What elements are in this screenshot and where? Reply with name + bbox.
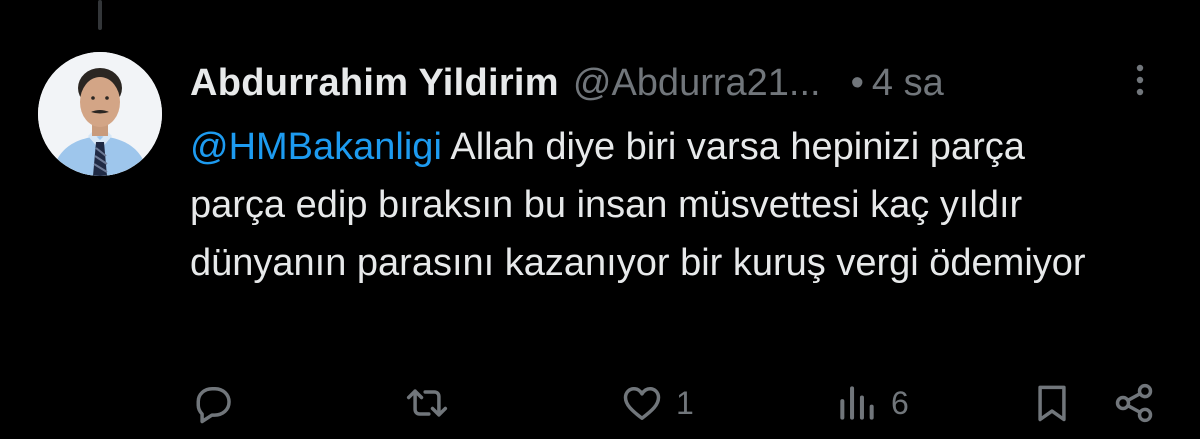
author-display-name[interactable]: Abdurrahim Yildirim: [190, 62, 559, 105]
thread-line: [98, 0, 102, 30]
heart-icon: [623, 386, 661, 420]
tweet-text: @HMBakanligi Allah diye biri varsa hepin…: [190, 118, 1130, 292]
like-button[interactable]: 1: [620, 376, 694, 430]
share-icon: [1115, 383, 1153, 423]
views-count: 6: [891, 384, 909, 421]
tweet-timestamp[interactable]: 4 sa: [872, 62, 944, 105]
reply-button[interactable]: [190, 376, 246, 430]
more-options-button[interactable]: [1122, 58, 1158, 102]
views-button[interactable]: 6: [835, 376, 909, 430]
mention-link[interactable]: @HMBakanligi: [190, 126, 442, 168]
bookmark-icon: [1038, 385, 1066, 422]
author-handle[interactable]: @Abdurra21...: [573, 62, 821, 105]
retweet-icon: [406, 389, 448, 417]
action-bar: 1 6: [180, 376, 1180, 430]
separator-dot: •: [850, 61, 864, 104]
bookmark-button[interactable]: [1030, 376, 1074, 430]
avatar[interactable]: [38, 52, 162, 176]
avatar-photo-icon: [38, 52, 162, 176]
tweet-header: Abdurrahim Yildirim @Abdurra21... • 4 sa: [190, 58, 944, 108]
share-button[interactable]: [1112, 376, 1156, 430]
retweet-button[interactable]: [405, 376, 461, 430]
like-count: 1: [676, 384, 694, 421]
more-vertical-icon: [1136, 64, 1144, 96]
reply-icon: [196, 386, 231, 424]
views-icon: [840, 386, 874, 420]
